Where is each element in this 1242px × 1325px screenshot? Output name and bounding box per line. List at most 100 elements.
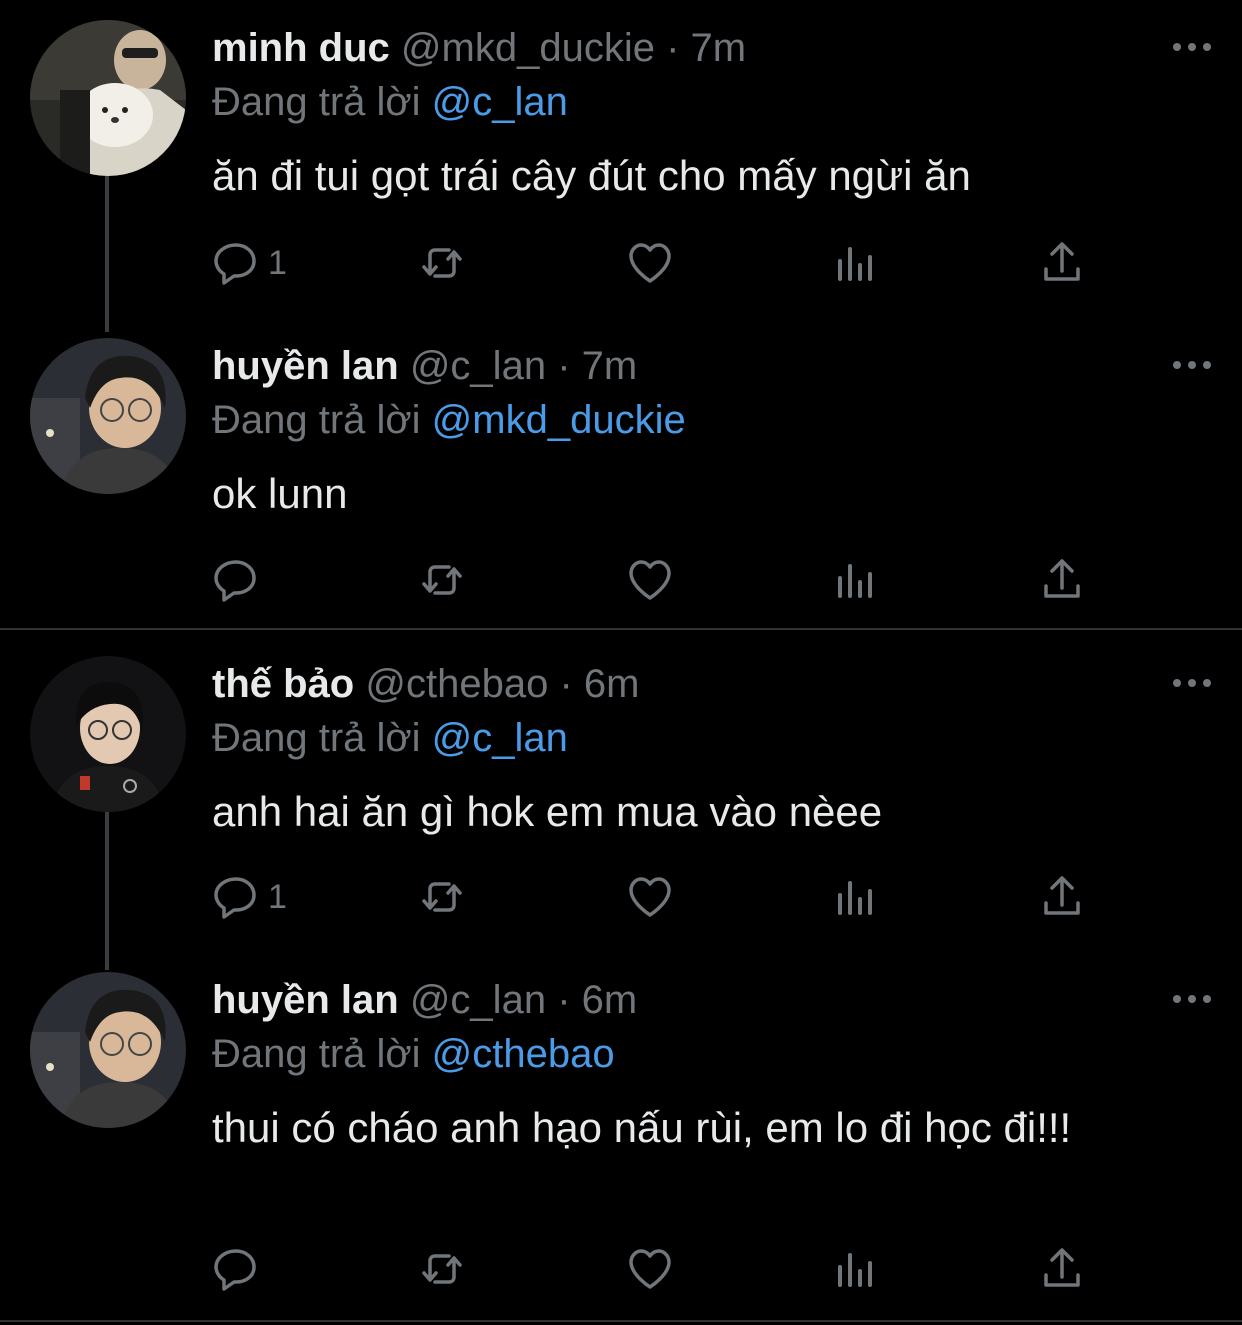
tweet-text: ăn đi tui gọt trái cây đút cho mấy ngừi … [212, 152, 971, 199]
avatar[interactable] [30, 656, 186, 812]
reply-icon [214, 243, 256, 285]
replying-to-label: Đang trả lời [212, 716, 421, 760]
more-dots-icon [1173, 43, 1211, 51]
tweet[interactable]: huyền lan @c_lan · 7m Đang trả lời @mkd_… [0, 338, 1242, 608]
tweet-actions [212, 555, 1092, 605]
tweet[interactable]: huyền lan @c_lan · 6m Đang trả lời @cthe… [0, 972, 1242, 1312]
display-name[interactable]: huyền lan [212, 344, 399, 388]
more-dots-icon [1173, 679, 1211, 687]
tweet-text: thui có cháo anh hạo nấu rùi, em lo đi h… [212, 1104, 1072, 1151]
analytics-icon [838, 247, 872, 281]
reply-mention-link[interactable]: @mkd_duckie [432, 398, 686, 442]
replying-to: Đang trả lời @c_lan [212, 714, 568, 762]
reply-mention-link[interactable]: @cthebao [432, 1032, 615, 1076]
separator-dot: · [666, 26, 680, 70]
like-button[interactable] [626, 555, 674, 605]
share-button[interactable] [1038, 872, 1086, 922]
reply-mention-link[interactable]: @c_lan [432, 716, 568, 760]
analytics-icon [838, 1253, 872, 1287]
reply-button[interactable]: 1 [212, 872, 287, 922]
reply-icon [214, 877, 256, 919]
tweet-header: huyền lan @c_lan · 6m [212, 976, 637, 1024]
retweet-icon [422, 565, 462, 595]
like-button[interactable] [626, 872, 674, 922]
tweet-feed: minh duc @mkd_duckie · 7m Đang trả lời @… [0, 0, 1242, 1325]
like-button[interactable] [626, 238, 674, 288]
tweet[interactable]: minh duc @mkd_duckie · 7m Đang trả lời @… [0, 20, 1242, 290]
tweet-text: anh hai ăn gì hok em mua vào nèee [212, 788, 883, 835]
display-name[interactable]: thế bảo [212, 662, 354, 706]
share-button[interactable] [1038, 1244, 1086, 1294]
retweet-icon [422, 248, 462, 278]
more-options-button[interactable] [1172, 40, 1212, 52]
user-handle[interactable]: @cthebao [365, 662, 548, 706]
separator-dot: · [557, 344, 571, 388]
more-options-button[interactable] [1172, 358, 1212, 370]
more-dots-icon [1173, 361, 1211, 369]
tweet-time[interactable]: 7m [582, 344, 638, 388]
replying-to-label: Đang trả lời [212, 80, 421, 124]
tweet-header: huyền lan @c_lan · 7m [212, 342, 637, 390]
tweet-time[interactable]: 6m [584, 662, 640, 706]
analytics-button[interactable] [832, 872, 880, 922]
tweet-header: minh duc @mkd_duckie · 7m [212, 24, 746, 72]
replying-to: Đang trả lời @cthebao [212, 1030, 615, 1078]
like-button[interactable] [626, 1244, 674, 1294]
heart-icon [629, 1249, 671, 1289]
conversation-divider [0, 628, 1242, 630]
replying-to: Đang trả lời @mkd_duckie [212, 396, 686, 444]
heart-icon [629, 877, 671, 917]
retweet-button[interactable] [418, 238, 466, 288]
display-name[interactable]: minh duc [212, 26, 390, 70]
man-glasses-avatar-icon [30, 338, 186, 494]
share-icon [1044, 242, 1080, 281]
retweet-icon [422, 1254, 462, 1284]
heart-icon [629, 560, 671, 600]
share-icon [1044, 1248, 1080, 1287]
tweet-time[interactable]: 6m [582, 978, 638, 1022]
replying-to-label: Đang trả lời [212, 398, 421, 442]
conversation-divider [0, 1320, 1242, 1322]
replying-to: Đang trả lời @c_lan [212, 78, 568, 126]
heart-icon [629, 243, 671, 283]
more-dots-icon [1173, 995, 1211, 1003]
retweet-button[interactable] [418, 872, 466, 922]
analytics-button[interactable] [832, 555, 880, 605]
retweet-button[interactable] [418, 1244, 466, 1294]
analytics-button[interactable] [832, 1244, 880, 1294]
tweet-text: ok lunn [212, 470, 348, 517]
more-options-button[interactable] [1172, 676, 1212, 688]
user-handle[interactable]: @c_lan [410, 978, 546, 1022]
man-jersey-avatar-icon [30, 656, 186, 812]
retweet-button[interactable] [418, 555, 466, 605]
replying-to-label: Đang trả lời [212, 1032, 421, 1076]
tweet-actions: 1 [212, 238, 1092, 288]
reply-button[interactable]: 1 [212, 238, 287, 288]
reply-count: 1 [268, 877, 287, 916]
avatar[interactable] [30, 972, 186, 1128]
tweet-time[interactable]: 7m [691, 26, 747, 70]
man-glasses-avatar-icon [30, 972, 186, 1128]
analytics-icon [838, 564, 872, 598]
more-options-button[interactable] [1172, 992, 1212, 1004]
reply-button[interactable] [212, 555, 268, 605]
share-icon [1044, 559, 1080, 598]
tweet-actions [212, 1244, 1092, 1294]
dog-avatar-icon [30, 20, 186, 176]
share-button[interactable] [1038, 555, 1086, 605]
reply-button[interactable] [212, 1244, 268, 1294]
reply-mention-link[interactable]: @c_lan [432, 80, 568, 124]
avatar[interactable] [30, 20, 186, 176]
analytics-button[interactable] [832, 238, 880, 288]
retweet-icon [422, 882, 462, 912]
analytics-icon [838, 881, 872, 915]
avatar[interactable] [30, 338, 186, 494]
tweet[interactable]: thế bảo @cthebao · 6m Đang trả lời @c_la… [0, 656, 1242, 926]
user-handle[interactable]: @c_lan [410, 344, 546, 388]
display-name[interactable]: huyền lan [212, 978, 399, 1022]
tweet-header: thế bảo @cthebao · 6m [212, 660, 639, 708]
share-button[interactable] [1038, 238, 1086, 288]
reply-icon [214, 1249, 256, 1291]
share-icon [1044, 876, 1080, 915]
user-handle[interactable]: @mkd_duckie [401, 26, 655, 70]
